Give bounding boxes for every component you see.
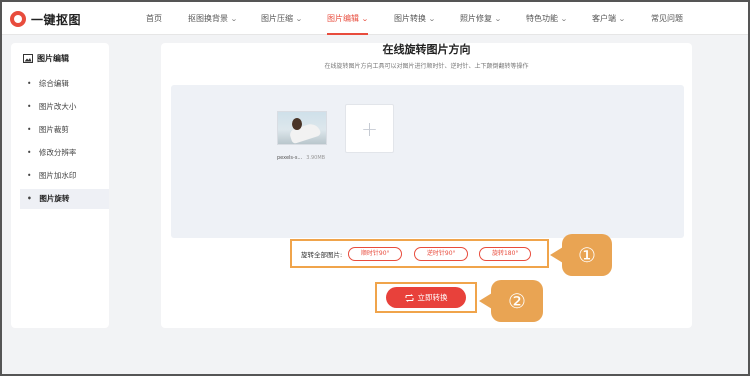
- sidebar-item-resize[interactable]: 图片改大小: [20, 97, 109, 117]
- convert-now-button[interactable]: 立即转换: [386, 287, 466, 308]
- image-edit-icon: [23, 54, 33, 63]
- sidebar-item-resolution[interactable]: 修改分辨率: [20, 143, 109, 163]
- sidebar-item-watermark[interactable]: 图片加水印: [20, 166, 109, 186]
- plus-icon: +: [361, 116, 378, 141]
- nav-label: 客户端: [592, 14, 616, 23]
- top-nav: 一键抠图 首页 抠图换背景 ⌄ 图片压缩 ⌄ 图片编辑 ⌄ 图片转换 ⌄ 照片修复 ⌄ 特…: [2, 2, 748, 35]
- rotate-clockwise-button[interactable]: 顺时针90°: [348, 246, 403, 261]
- rotate-counterclockwise-button[interactable]: 逆时针90°: [414, 246, 469, 261]
- nav-label: 常见问题: [651, 14, 683, 23]
- sidebar-item-label: 图片加水印: [38, 171, 77, 180]
- nav-item-faq[interactable]: 常见问题: [651, 2, 683, 35]
- file-size: 3.90MB: [306, 155, 326, 161]
- sidebar-item-comprehensive-edit[interactable]: 综合编辑: [20, 74, 109, 94]
- page-title: 在线旋转图片方向: [382, 43, 471, 56]
- sidebar: 图片编辑 综合编辑 图片改大小 图片裁剪 修改分辨率 图片加水印 图片旋转: [11, 43, 109, 328]
- sidebar-item-label: 图片旋转: [39, 194, 70, 203]
- nav-label: 图片编辑: [327, 14, 359, 23]
- nav-label: 图片压缩: [261, 14, 293, 23]
- convert-icon: [405, 293, 413, 302]
- thumbnail-figure-head: [292, 118, 302, 130]
- page-subtitle: 在线旋转图片方向工具可以对图片进行顺时针、逆时针、上下颠倒翻转等操作: [324, 63, 529, 70]
- convert-now-label: 立即转换: [417, 293, 448, 302]
- nav-item-home[interactable]: 首页: [146, 2, 162, 35]
- file-name: pexels-s...: [277, 155, 303, 161]
- sidebar-item-label: 图片改大小: [38, 102, 77, 111]
- app-window: 一键抠图 首页 抠图换背景 ⌄ 图片压缩 ⌄ 图片编辑 ⌄ 图片转换 ⌄ 照片修复 ⌄ 特…: [2, 2, 748, 374]
- chevron-down-icon: ⌄: [560, 15, 568, 23]
- step-1-callout: ①: [550, 234, 612, 276]
- sidebar-item-label: 图片裁剪: [38, 125, 69, 134]
- nav-label: 首页: [146, 14, 162, 23]
- step-2-callout: ②: [479, 280, 543, 322]
- logo-text: 一键抠图: [31, 12, 82, 27]
- convert-highlight: 立即转换: [375, 282, 477, 313]
- rotate-all-label: 旋转全部图片:: [301, 250, 343, 259]
- image-thumbnail[interactable]: [277, 111, 327, 145]
- sidebar-title-text: 图片编辑: [37, 54, 69, 63]
- main-panel: 在线旋转图片方向 在线旋转图片方向工具可以对图片进行顺时针、逆时针、上下颠倒翻转…: [161, 43, 692, 328]
- nav-item-convert[interactable]: 图片转换 ⌄: [394, 2, 436, 35]
- sidebar-item-label: 修改分辨率: [38, 148, 77, 157]
- sidebar-item-crop[interactable]: 图片裁剪: [20, 120, 109, 140]
- nav-item-cutout[interactable]: 抠图换背景 ⌄: [188, 2, 238, 35]
- nav-item-features[interactable]: 特色功能 ⌄: [526, 2, 568, 35]
- rotate-options-highlight: 旋转全部图片: 顺时针90° 逆时针90° 旋转180°: [290, 239, 549, 268]
- upload-area[interactable]: pexels-s... 3.90MB +: [171, 85, 684, 238]
- nav-item-client[interactable]: 客户端 ⌄: [592, 2, 626, 35]
- sidebar-item-label: 综合编辑: [38, 79, 69, 88]
- nav-label: 照片修复: [460, 14, 492, 23]
- chevron-down-icon: ⌄: [295, 15, 303, 23]
- nav-label: 抠图换背景: [188, 14, 228, 23]
- add-image-button[interactable]: +: [345, 104, 394, 153]
- rotate-180-button[interactable]: 旋转180°: [479, 246, 532, 261]
- nav-label: 图片转换: [394, 14, 426, 23]
- nav-item-compress[interactable]: 图片压缩 ⌄: [261, 2, 303, 35]
- chevron-down-icon: ⌄: [230, 15, 238, 23]
- chevron-down-icon: ⌄: [361, 15, 369, 23]
- chevron-down-icon: ⌄: [428, 15, 436, 23]
- chevron-down-icon: ⌄: [494, 15, 502, 23]
- nav-item-repair[interactable]: 照片修复 ⌄: [460, 2, 502, 35]
- chevron-down-icon: ⌄: [618, 15, 626, 23]
- logo-icon: [10, 11, 26, 27]
- file-info: pexels-s... 3.90MB: [277, 155, 325, 161]
- nav-item-edit[interactable]: 图片编辑 ⌄: [327, 2, 369, 35]
- nav-label: 特色功能: [526, 14, 558, 23]
- logo[interactable]: 一键抠图: [10, 9, 81, 29]
- sidebar-item-rotate[interactable]: 图片旋转: [20, 189, 109, 209]
- sidebar-title: 图片编辑: [23, 53, 69, 64]
